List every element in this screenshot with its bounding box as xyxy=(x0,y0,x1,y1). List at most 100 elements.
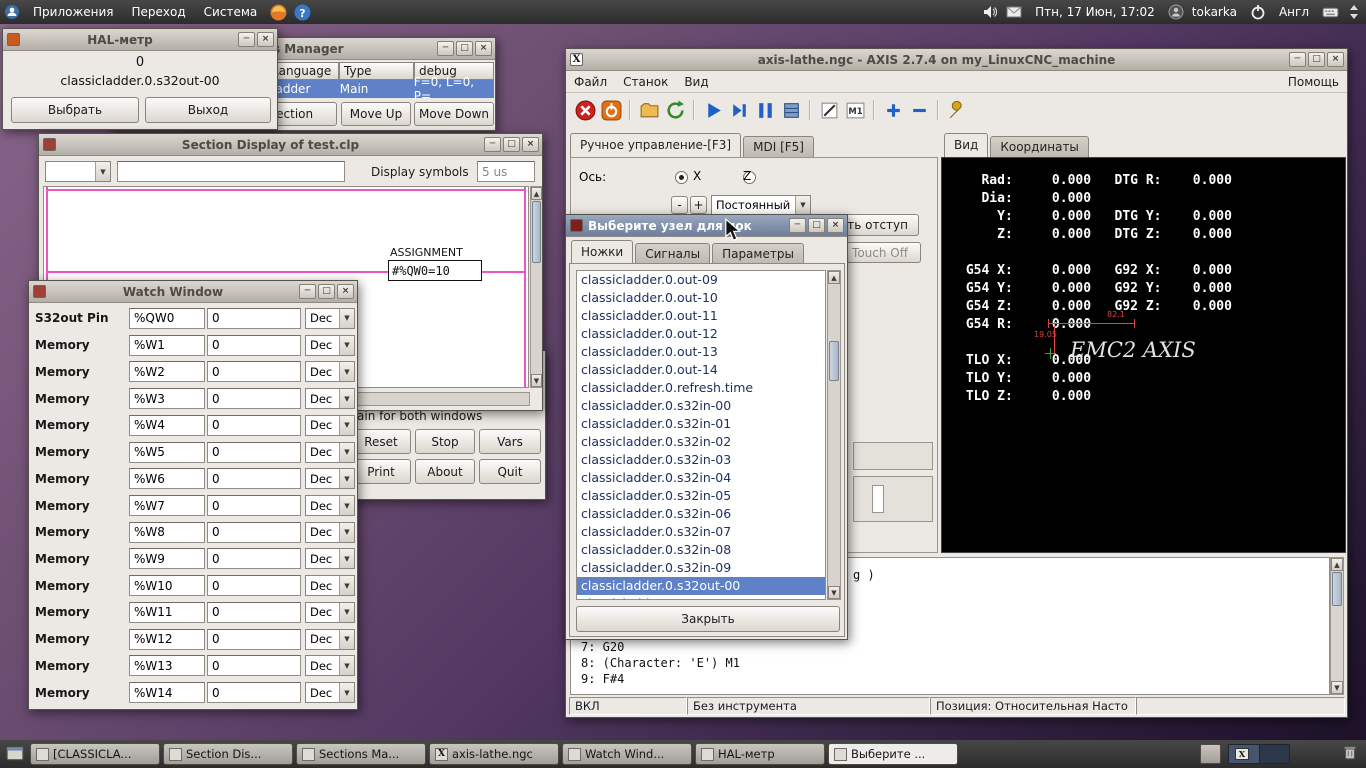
watch-address-input[interactable]: %W4 xyxy=(129,414,205,436)
mail-icon[interactable] xyxy=(1005,3,1023,21)
maximize-button[interactable]: □ xyxy=(318,284,335,299)
zoom-out-button[interactable] xyxy=(906,97,932,123)
gcode-line[interactable]: 7: G20 xyxy=(581,640,1325,656)
taskbar-app-icon[interactable] xyxy=(6,745,24,763)
watch-format-select[interactable]: Dec ▼ xyxy=(305,548,355,570)
watch-format-select[interactable]: Dec ▼ xyxy=(305,414,355,436)
close-button[interactable]: × xyxy=(337,284,354,299)
reset-button[interactable]: Reset xyxy=(351,429,411,454)
applications-menu-icon[interactable] xyxy=(3,3,21,21)
close-button[interactable]: × xyxy=(522,137,539,152)
watch-value-input[interactable]: 0 xyxy=(207,521,301,543)
pin-list-item[interactable]: classicladder.0.s32in-09 xyxy=(577,559,825,577)
pin-list-item[interactable]: classicladder.0.s32in-03 xyxy=(577,451,825,469)
help-icon[interactable]: ? xyxy=(293,3,311,21)
move-up-button[interactable]: Move Up xyxy=(341,102,411,126)
watch-value-input[interactable]: 0 xyxy=(207,441,301,463)
watch-address-input[interactable]: %W2 xyxy=(129,361,205,383)
pin-list-item[interactable]: classicladder.0.out-10 xyxy=(577,289,825,307)
watch-format-select[interactable]: Dec ▼ xyxy=(305,468,355,490)
minimize-button[interactable]: ─ xyxy=(1289,52,1306,67)
watch-format-select[interactable]: Dec ▼ xyxy=(305,334,355,356)
maximize-button[interactable]: □ xyxy=(503,137,520,152)
menu-applications[interactable]: Приложения xyxy=(24,0,123,24)
tab[interactable]: Параметры xyxy=(712,243,804,264)
taskbar-task[interactable]: Sections Ma... xyxy=(296,743,426,765)
section-display-titlebar[interactable]: Section Display of test.clp ─ □ × xyxy=(39,134,542,156)
watch-value-input[interactable]: 0 xyxy=(207,495,301,516)
watch-address-input[interactable]: %W7 xyxy=(129,495,205,516)
symbol-filter-input[interactable] xyxy=(117,161,345,182)
about-button[interactable]: About xyxy=(415,459,475,484)
jog-minus-button[interactable]: - xyxy=(671,196,688,214)
pin-list-item[interactable]: classicladder.0.s32out-01 xyxy=(577,595,825,599)
node-dialog-titlebar[interactable]: Выберите узел для пок ─ □ × xyxy=(566,215,847,237)
gcode-partial-line[interactable]: g ) xyxy=(853,568,875,582)
stop-button[interactable]: Stop xyxy=(415,429,475,454)
watch-address-input[interactable]: %W8 xyxy=(129,521,205,543)
minimize-button[interactable]: ─ xyxy=(299,284,316,299)
watch-format-select[interactable]: Dec ▼ xyxy=(305,575,355,597)
watch-value-input[interactable]: 0 xyxy=(207,361,301,383)
minimize-button[interactable]: ─ xyxy=(484,137,501,152)
pin-list-item[interactable]: classicladder.0.s32in-00 xyxy=(577,397,825,415)
pin-list[interactable]: classicladder.0.out-09 classicladder.0.ou… xyxy=(576,270,826,600)
column-header-type[interactable]: Type xyxy=(339,62,414,80)
scroll-down-icon[interactable]: ▼ xyxy=(531,374,542,387)
pin-list-item[interactable]: classicladder.0.out-11 xyxy=(577,307,825,325)
watch-address-input[interactable]: %W14 xyxy=(129,682,205,704)
taskbar-task[interactable]: X axis-lathe.ngc xyxy=(429,743,559,765)
watch-address-input[interactable]: %W6 xyxy=(129,468,205,490)
watch-window-titlebar[interactable]: Watch Window ─ □ × xyxy=(29,281,357,303)
tool-wrench-button[interactable] xyxy=(944,97,970,123)
watch-address-input[interactable]: %W10 xyxy=(129,575,205,597)
pin-list-item[interactable]: classicladder.0.s32in-04 xyxy=(577,469,825,487)
watch-value-input[interactable]: 0 xyxy=(207,307,301,329)
watch-value-input[interactable]: 0 xyxy=(207,575,301,597)
taskbar-task[interactable]: Watch Wind... xyxy=(562,743,692,765)
watch-value-input[interactable]: 0 xyxy=(207,682,301,704)
watch-value-input[interactable]: 0 xyxy=(207,468,301,490)
tab[interactable]: MDI [F5] xyxy=(743,136,814,157)
pin-list-item[interactable]: classicladder.0.s32out-00 xyxy=(577,577,825,595)
keyboard-layout-indicator[interactable]: Англ xyxy=(1270,0,1318,24)
run-step-button[interactable] xyxy=(726,97,752,123)
vertical-scrollbar[interactable]: ▲ ▼ xyxy=(530,186,542,388)
pause-button[interactable] xyxy=(752,97,778,123)
axis-x-radio[interactable] xyxy=(675,171,688,184)
section-select[interactable]: ▼ xyxy=(45,161,111,182)
panel-applet-box[interactable] xyxy=(1200,744,1221,764)
watch-format-select[interactable]: Dec ▼ xyxy=(305,521,355,543)
close-button[interactable]: × xyxy=(1327,52,1344,67)
pin-list-item[interactable]: classicladder.0.out-14 xyxy=(577,361,825,379)
power-icon[interactable] xyxy=(1249,3,1267,21)
tab[interactable]: Вид xyxy=(944,133,989,157)
assignment-box[interactable]: #%QW0=10 xyxy=(388,260,482,281)
watch-format-select[interactable]: Dec ▼ xyxy=(305,441,355,463)
taskbar-task[interactable]: HAL-метр xyxy=(695,743,825,765)
maximize-button[interactable]: □ xyxy=(456,41,473,56)
user-icon[interactable] xyxy=(1167,3,1185,21)
pin-list-scrollbar[interactable]: ▲ ▼ xyxy=(827,270,841,600)
scroll-up-icon[interactable]: ▲ xyxy=(531,187,542,200)
workspace-switcher[interactable]: X xyxy=(1228,744,1290,764)
menu-system[interactable]: Система xyxy=(195,0,267,24)
watch-address-input[interactable]: %W9 xyxy=(129,548,205,570)
tab[interactable]: Ножки xyxy=(571,240,634,264)
spindle-box[interactable] xyxy=(853,476,933,522)
minimize-button[interactable]: ─ xyxy=(437,41,454,56)
minimize-button[interactable]: ─ xyxy=(789,218,806,233)
watch-value-input[interactable]: 0 xyxy=(207,601,301,623)
pin-list-item[interactable]: classicladder.0.out-13 xyxy=(577,343,825,361)
watch-value-input[interactable]: 0 xyxy=(207,655,301,677)
taskbar-task[interactable]: Выберите ... xyxy=(828,743,958,765)
quit-button[interactable]: Quit xyxy=(479,459,541,484)
clock[interactable]: Птн, 17 Июн, 17:02 xyxy=(1026,0,1164,24)
watch-address-input[interactable]: %W11 xyxy=(129,601,205,623)
preview-canvas[interactable]: Rad: 0.000 DTG R: 0.000 Dia: 0.000 Y: 0.… xyxy=(941,157,1346,553)
watch-address-input[interactable]: %W5 xyxy=(129,441,205,463)
watch-address-input[interactable]: %W12 xyxy=(129,628,205,650)
tab[interactable]: Ручное управление-[F3] xyxy=(570,133,742,157)
maximize-button[interactable]: □ xyxy=(808,218,825,233)
close-dialog-button[interactable]: Закрыть xyxy=(576,606,840,632)
